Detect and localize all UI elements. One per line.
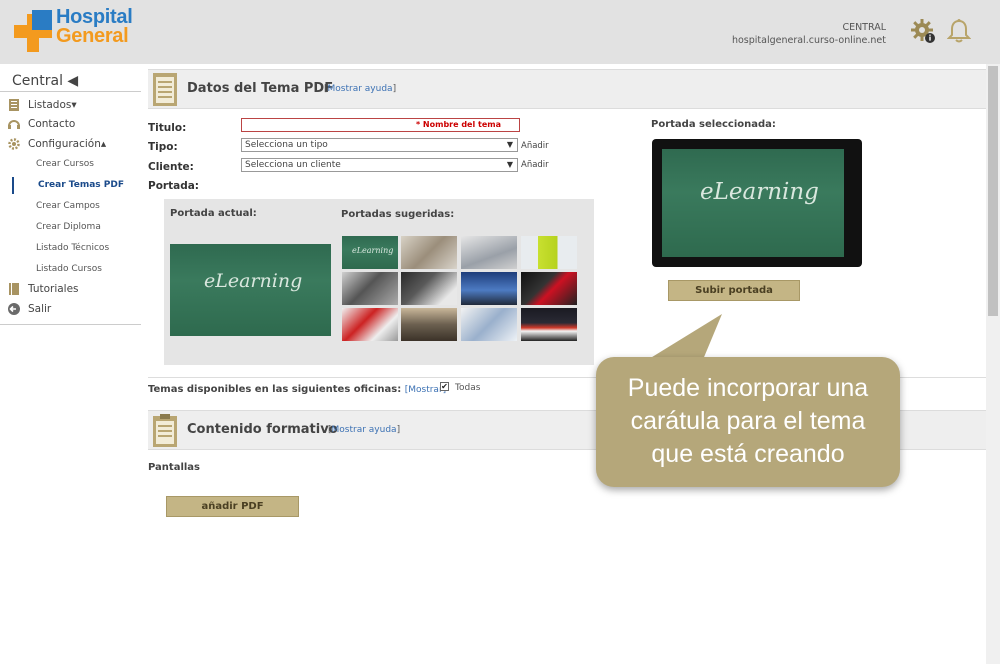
suggested-cover-thumb[interactable] — [342, 272, 398, 305]
document-icon — [153, 73, 177, 106]
dropdown-arrow-icon: ▼ — [506, 160, 513, 169]
portada-actual-image: eLearning — [170, 244, 331, 336]
dropdown-arrow-icon: ▼ — [506, 140, 513, 149]
todas-label: Todas — [455, 383, 481, 393]
subir-portada-button[interactable]: Subir portada — [668, 280, 800, 301]
section-title-datos: Datos del Tema PDF — [187, 81, 334, 96]
portada-actual-label: Portada actual: — [170, 208, 257, 219]
cliente-label: Cliente: — [148, 161, 194, 173]
sidebar-item-label: Salir — [28, 302, 52, 315]
portadas-sugeridas-label: Portadas sugeridas: — [341, 209, 455, 220]
section-title-contenido: Contenido formativo — [187, 422, 338, 437]
anadir-tipo-link[interactable]: Añadir — [521, 141, 549, 151]
scrollbar-thumb[interactable] — [988, 66, 998, 316]
titulo-input[interactable]: * Nombre del tema — [241, 118, 520, 132]
mostrar-oficinas-text: Mostrar — [408, 385, 443, 395]
suggested-cover-thumb[interactable] — [461, 236, 517, 269]
sidebar-item-label: Tutoriales — [28, 283, 79, 296]
thumb-board-text: eLearning — [352, 246, 394, 255]
temas-disponibles-label: Temas disponibles en las siguientes ofic… — [148, 384, 402, 395]
sidebar-item-tutoriales[interactable]: Tutoriales — [0, 280, 141, 300]
callout-pointer — [644, 314, 722, 362]
suggested-cover-thumb[interactable] — [401, 236, 457, 269]
sidebar-item-contacto[interactable]: Contacto — [0, 115, 141, 135]
cliente-select[interactable]: Selecciona un cliente ▼ — [241, 158, 518, 172]
tipo-select-value: Selecciona un tipo — [245, 140, 328, 150]
list-icon — [9, 98, 19, 111]
suggested-cover-thumb[interactable]: eLearning — [342, 236, 398, 269]
mostrar-ayuda-link[interactable]: Mostrar ayuda — [332, 425, 397, 435]
todas-checkbox[interactable]: ✔ — [440, 382, 449, 391]
suggested-cover-thumb[interactable] — [401, 308, 457, 341]
gear-icon — [8, 138, 20, 150]
tooltip-callout: Puede incorporar una carátula para el te… — [596, 357, 900, 487]
sidebar-title[interactable]: Central ◀ — [0, 70, 141, 92]
cliente-select-value: Selecciona un cliente — [245, 160, 341, 170]
sidebar-subitem-crear-cursos[interactable]: Crear Cursos — [0, 154, 141, 175]
account-info: CENTRAL hospitalgeneral.curso-online.net — [732, 21, 886, 47]
logo-text-general: General — [56, 25, 129, 47]
page-scrollbar[interactable] — [986, 64, 1000, 664]
exit-icon — [8, 302, 20, 315]
pantallas-label: Pantallas — [148, 462, 201, 473]
account-domain: hospitalgeneral.curso-online.net — [731, 35, 886, 46]
mostrar-ayuda-link[interactable]: Mostrar ayuda — [328, 84, 393, 94]
suggested-cover-thumb[interactable] — [521, 236, 577, 269]
hospital-logo[interactable]: Hospital General — [14, 6, 144, 56]
preview-board-text: eLearning — [700, 179, 819, 205]
titulo-label: Titulo: — [148, 122, 187, 134]
sidebar-item-salir[interactable]: Salir — [0, 299, 141, 319]
sidebar-item-configuracion[interactable]: Configuración▴ — [0, 134, 141, 154]
titulo-placeholder: * Nombre del tema — [415, 120, 501, 129]
sidebar-subitem-listado-tecnicos[interactable]: Listado Técnicos — [0, 238, 141, 259]
top-bar: Hospital General CENTRAL hospitalgeneral… — [0, 0, 1000, 64]
book-icon — [9, 283, 19, 296]
portada-seleccionada-label: Portada seleccionada: — [651, 119, 776, 130]
account-name: CENTRAL — [842, 22, 886, 33]
help-bracket-close: ] — [396, 425, 401, 435]
settings-gear-icon[interactable] — [910, 18, 936, 44]
callout-line: Puede incorporar una — [627, 374, 869, 402]
suggested-cover-thumb[interactable] — [461, 308, 517, 341]
anadir-pdf-button[interactable]: añadir PDF — [166, 496, 299, 517]
callout-line: que está creando — [651, 440, 845, 468]
clipboard-icon — [153, 414, 177, 447]
logo-cross-square — [32, 10, 52, 30]
suggested-cover-thumb[interactable] — [461, 272, 517, 305]
anadir-cliente-link[interactable]: Añadir — [521, 160, 549, 170]
sidebar-item-label: Configuración▴ — [28, 137, 107, 150]
tipo-label: Tipo: — [148, 141, 178, 153]
portada-label: Portada: — [148, 180, 199, 192]
sidebar-item-listados[interactable]: Listados▾ — [0, 95, 141, 115]
portada-seleccionada-image: eLearning — [662, 149, 844, 257]
callout-text: Puede incorporar una carátula para el te… — [596, 372, 900, 471]
portada-board-text: eLearning — [204, 270, 303, 292]
portada-panel: Portada actual: Portadas sugeridas: eLea… — [164, 199, 594, 365]
notifications-bell-icon[interactable] — [947, 18, 971, 44]
suggested-cover-thumb[interactable] — [521, 272, 577, 305]
sidebar-subitem-crear-campos[interactable]: Crear Campos — [0, 196, 141, 217]
sidebar-item-label: Contacto — [28, 118, 76, 131]
sidebar-subitem-crear-temas-pdf[interactable]: Crear Temas PDF — [0, 175, 141, 196]
section-header-datos: Datos del Tema PDF [Mostrar ayuda] — [148, 69, 986, 109]
suggested-cover-thumb[interactable] — [521, 308, 577, 341]
sidebar-item-label: Listados▾ — [28, 98, 77, 111]
sidebar: Central ◀ Listados▾ Contacto Configuraci… — [0, 70, 141, 325]
sidebar-subitem-listado-cursos[interactable]: Listado Cursos — [0, 259, 141, 280]
help-link-datos: [Mostrar ayuda] — [324, 84, 396, 94]
suggested-cover-thumb[interactable] — [401, 272, 457, 305]
sidebar-subitem-crear-diploma[interactable]: Crear Diploma — [0, 217, 141, 238]
headset-icon — [8, 120, 20, 130]
temas-disponibles-row: Temas disponibles en las siguientes ofic… — [148, 384, 446, 395]
tipo-select[interactable]: Selecciona un tipo ▼ — [241, 138, 518, 152]
suggested-cover-thumb[interactable] — [342, 308, 398, 341]
portada-seleccionada-preview: eLearning — [652, 139, 862, 267]
help-bracket-close: ] — [392, 84, 397, 94]
callout-line: carátula para el tema — [630, 407, 866, 435]
help-link-contenido: [Mostrar ayuda] — [328, 425, 400, 435]
